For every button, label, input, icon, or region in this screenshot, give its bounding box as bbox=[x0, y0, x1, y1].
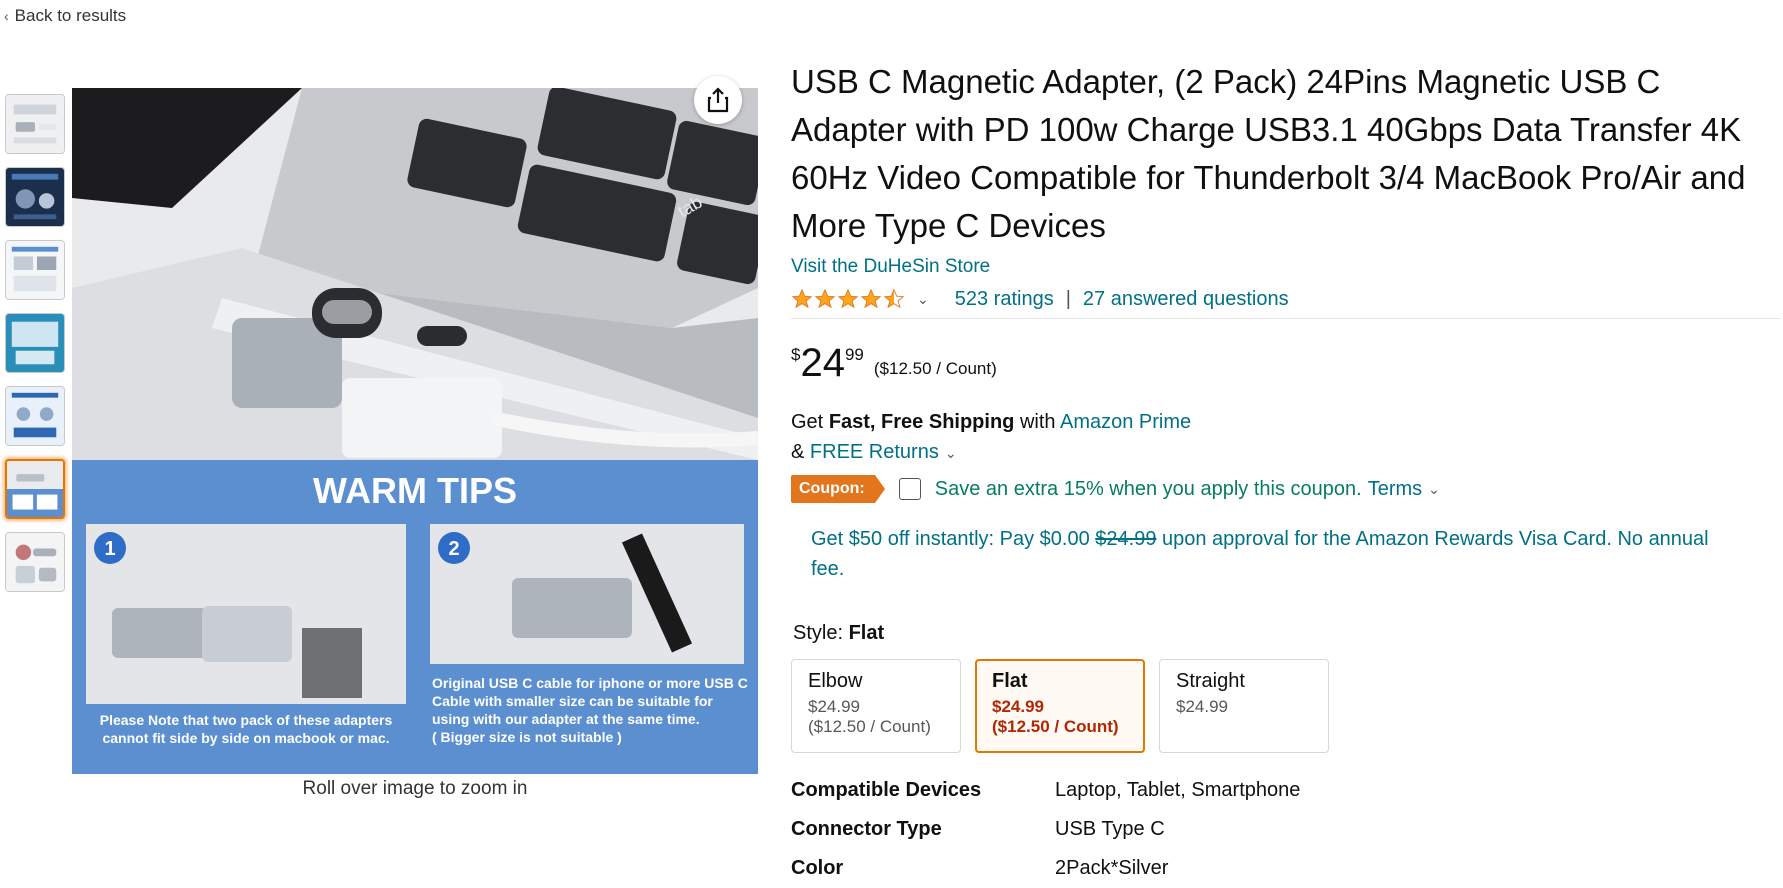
spec-value: Laptop, Tablet, Smartphone bbox=[1055, 779, 1301, 801]
thumbnail-7[interactable] bbox=[5, 532, 65, 592]
card-offer[interactable]: Get $50 off instantly: Pay $0.00 $24.99 … bbox=[791, 524, 1711, 584]
zoom-hint: Roll over image to zoom in bbox=[302, 778, 528, 799]
style-selected: Flat bbox=[848, 622, 885, 644]
share-icon bbox=[707, 87, 729, 113]
coupon-row: Coupon: Save an extra 15% when you apply… bbox=[791, 472, 1781, 506]
star-full-icon bbox=[814, 288, 836, 309]
style-label-text: Style: bbox=[793, 622, 844, 644]
thumbnail-4[interactable] bbox=[5, 313, 65, 373]
swatch-price: $24.99 bbox=[992, 697, 1044, 716]
star-full-icon bbox=[791, 288, 813, 309]
spec-key: Connector Type bbox=[791, 818, 942, 840]
price-symbol: $ bbox=[791, 345, 801, 364]
step-1-badge: 1 bbox=[104, 538, 115, 560]
chevron-down-icon[interactable]: ⌄ bbox=[917, 291, 929, 308]
card-offer-prefix: Get $50 off instantly: Pay $0.00 bbox=[811, 528, 1090, 550]
spec-value: 2Pack*Silver bbox=[1055, 857, 1169, 879]
chevron-down-icon[interactable]: ⌄ bbox=[1428, 481, 1440, 498]
price-whole: 24 bbox=[800, 341, 845, 385]
chevron-down-icon[interactable]: ⌄ bbox=[945, 445, 957, 461]
note-right-line-4: ( Bigger size is not suitable ) bbox=[432, 729, 622, 745]
thumbnail-1[interactable] bbox=[5, 94, 65, 154]
style-option-elbow[interactable]: Elbow $24.99 ($12.50 / Count) bbox=[791, 659, 961, 753]
back-to-results-label: Back to results bbox=[14, 6, 127, 25]
spec-row: Connector Type USB Type C bbox=[791, 810, 1781, 849]
coupon-checkbox[interactable] bbox=[898, 478, 921, 500]
store-link[interactable]: Visit the DuHeSin Store bbox=[791, 256, 1781, 278]
style-option-straight[interactable]: Straight $24.99 bbox=[1159, 659, 1329, 753]
swatch-per-unit: ($12.50 / Count) bbox=[992, 717, 1119, 736]
note-left-line-1: Please Note that two pack of these adapt… bbox=[100, 712, 393, 728]
style-swatches: Elbow $24.99 ($12.50 / Count) Flat $24.9… bbox=[791, 659, 1781, 753]
share-button[interactable] bbox=[694, 76, 742, 124]
chevron-left-icon: ‹ bbox=[4, 8, 9, 24]
note-right-line-2: Cable with smaller size can be suitable … bbox=[432, 693, 713, 709]
ship-fast-free: Fast, Free Shipping bbox=[828, 411, 1015, 433]
answered-questions-link[interactable]: 27 answered questions bbox=[1083, 288, 1289, 311]
shipping-info: Get Fast, Free Shipping with Amazon Prim… bbox=[791, 407, 1781, 468]
coupon-badge: Coupon: bbox=[791, 475, 885, 503]
swatch-name: Elbow bbox=[808, 670, 863, 692]
coupon-text: Save an extra 15% when you apply this co… bbox=[934, 477, 1362, 500]
swatch-name: Flat bbox=[992, 670, 1028, 692]
card-offer-strike-price: $24.99 bbox=[1095, 528, 1157, 550]
warm-tips-title: WARM TIPS bbox=[313, 470, 517, 511]
swatch-per-unit: ($12.50 / Count) bbox=[808, 717, 931, 736]
back-to-results-link[interactable]: ‹ Back to results bbox=[4, 6, 126, 26]
price: $ 24 99 ($12.50 / Count) bbox=[791, 343, 1781, 387]
star-full-icon bbox=[837, 288, 859, 309]
star-half-icon bbox=[883, 288, 905, 309]
thumbnail-3[interactable] bbox=[5, 240, 65, 300]
thumbnail-5[interactable] bbox=[5, 386, 65, 446]
thumbnail-2[interactable] bbox=[5, 167, 65, 227]
spec-row: Color 2Pack*Silver bbox=[791, 849, 1781, 888]
spec-key: Compatible Devices bbox=[791, 779, 982, 801]
free-returns-link[interactable]: FREE Returns bbox=[810, 441, 939, 463]
star-rating[interactable] bbox=[791, 288, 905, 310]
rating-row: ⌄ 523 ratings | 27 answered questions bbox=[791, 284, 1781, 314]
ratings-count-link[interactable]: 523 ratings bbox=[955, 288, 1054, 311]
coupon-terms-link[interactable]: Terms bbox=[1368, 478, 1422, 501]
swatch-name: Straight bbox=[1176, 670, 1245, 692]
main-product-image[interactable]: tab WARM TIPS 1 Please Note that two pac… bbox=[72, 88, 758, 774]
step-2-badge: 2 bbox=[448, 538, 459, 560]
amazon-prime-link[interactable]: Amazon Prime bbox=[1060, 411, 1191, 433]
swatch-price: $24.99 bbox=[1176, 697, 1228, 716]
divider bbox=[791, 318, 1781, 319]
product-details: USB C Magnetic Adapter, (2 Pack) 24Pins … bbox=[791, 58, 1781, 888]
price-per-unit: ($12.50 / Count) bbox=[873, 359, 997, 378]
swatch-price: $24.99 bbox=[808, 697, 860, 716]
note-right-line-1: Original USB C cable for iphone or more … bbox=[432, 675, 748, 691]
separator: | bbox=[1065, 287, 1071, 310]
spec-row: Compatible Devices Laptop, Tablet, Smart… bbox=[791, 771, 1781, 810]
price-fraction: 99 bbox=[844, 345, 864, 364]
note-left-line-2: cannot fit side by side on macbook or ma… bbox=[102, 730, 389, 746]
ship-get: Get bbox=[791, 411, 824, 433]
spec-value: USB Type C bbox=[1055, 818, 1165, 840]
ship-amp: & bbox=[791, 441, 805, 463]
product-title: USB C Magnetic Adapter, (2 Pack) 24Pins … bbox=[791, 63, 1746, 244]
style-label: Style: Flat bbox=[791, 622, 1781, 645]
spec-key: Color bbox=[791, 857, 844, 879]
ship-with: with bbox=[1019, 411, 1056, 433]
spec-table: Compatible Devices Laptop, Tablet, Smart… bbox=[791, 771, 1781, 888]
thumbnail-6[interactable] bbox=[5, 459, 65, 519]
thumbnail-strip bbox=[5, 94, 69, 605]
note-right-line-3: using with our adapter at the same time. bbox=[432, 711, 700, 727]
star-full-icon bbox=[860, 288, 882, 309]
style-option-flat[interactable]: Flat $24.99 ($12.50 / Count) bbox=[975, 659, 1145, 753]
